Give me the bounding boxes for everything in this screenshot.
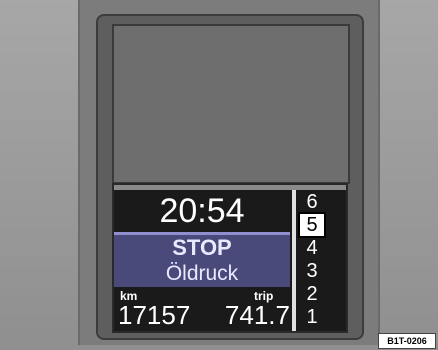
multifunction-display: 20:54 STOP Öldruck km trip 17157 741.7 6…	[112, 183, 348, 333]
clock-time: 20:54	[159, 192, 245, 230]
gear-4: 4	[306, 237, 318, 259]
warning-message-box: STOP Öldruck	[114, 235, 290, 287]
gear-1: 1	[306, 306, 318, 328]
odometer-km-value: 17157	[118, 300, 191, 330]
display-top-bar	[114, 185, 346, 190]
trip-value: 741.7	[224, 300, 290, 330]
gear-6: 6	[306, 191, 318, 213]
upper-display-area	[112, 24, 350, 184]
gear-indicator-divider	[292, 190, 296, 331]
warning-subtitle: Öldruck	[165, 262, 239, 285]
warning-title: STOP	[172, 235, 232, 260]
gear-2: 2	[306, 283, 318, 305]
gear-5-active: 5	[298, 212, 326, 238]
gear-3: 3	[306, 260, 318, 282]
gear-indicator: 6 5 4 3 2 1	[298, 191, 330, 329]
figure-tag: B1T-0206	[378, 333, 436, 349]
